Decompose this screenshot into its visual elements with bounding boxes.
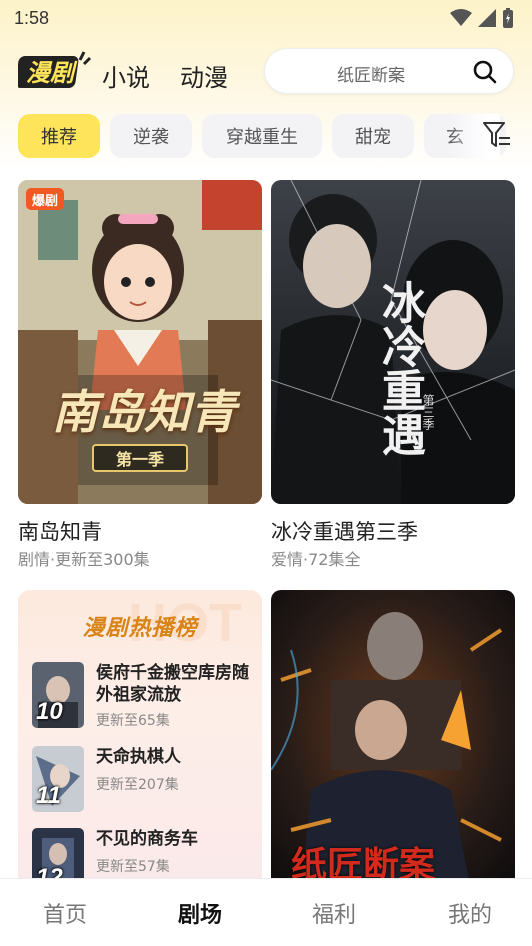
chip-sweet[interactable]: 甜宠 [332,114,414,158]
ranking-episodes: 更新至207集 [96,777,179,793]
top-header: 漫剧 小说 动漫 纸匠断案 [0,44,532,100]
hot-ranking-panel[interactable]: HOT 漫剧热播榜 10 侯府千金搬空库房随外祖家流放 更新至65集 11 天命… [18,590,262,890]
drama-card-paper-craftsman[interactable]: 纸匠断案 [271,590,515,890]
status-icons [450,8,514,28]
search-bar[interactable]: 纸匠断案 [264,48,514,94]
cover-season: 第三季 [421,394,435,430]
nav-welfare[interactable]: 福利 [284,897,384,929]
card-cover: 冰冷重遇 第三季 [271,180,515,504]
cover-title: 冰冷重遇 [374,280,425,456]
ranking-item[interactable]: 11 天命执棋人 更新至207集 [32,746,254,816]
nav-theater[interactable]: 剧场 [150,897,250,929]
bottom-navigation: 首页 剧场 福利 我的 [0,878,532,946]
hot-badge: 爆剧 [26,188,64,210]
tab-novel[interactable]: 小说 [102,58,150,93]
ranking-episodes: 更新至57集 [96,859,170,875]
card-cover: 爆剧 南岛知青 第一季 [18,180,262,504]
wifi-icon [450,9,472,26]
chip-comeback[interactable]: 逆袭 [110,114,192,158]
filter-icon[interactable] [482,120,512,150]
status-time: 1:58 [14,7,50,28]
chip-time-travel[interactable]: 穿越重生 [202,114,322,158]
search-placeholder: 纸匠断案 [337,66,405,86]
logo-text: 漫剧 [26,59,78,87]
card-title: 南岛知青 [18,520,102,544]
chip-recommend[interactable]: 推荐 [18,114,100,158]
ranking-name: 不见的商务车 [96,829,198,849]
ranking-thumb: 11 [32,746,84,812]
battery-icon [503,8,513,28]
drama-card-south-island[interactable]: 爆剧 南岛知青 第一季 南岛知青 剧情·更新至300集 [18,180,262,570]
cover-season: 第一季 [92,444,188,472]
cover-title: 南岛知青 [52,385,236,439]
nav-mine[interactable]: 我的 [420,897,520,929]
card-title: 冰冷重遇第三季 [271,520,418,544]
drama-card-cold-reunion[interactable]: 冰冷重遇 第三季 冰冷重遇第三季 爱情·72集全 [271,180,515,570]
card-subtitle: 爱情·72集全 [271,550,361,569]
status-bar: 1:58 [0,0,532,36]
ranking-name: 侯府千金搬空库房随外祖家流放 [96,663,249,705]
ranking-thumb: 10 [32,662,84,728]
ranking-title: 漫剧热播榜 [82,616,198,641]
nav-home[interactable]: 首页 [15,897,115,929]
signal-icon [478,9,496,27]
tab-anime[interactable]: 动漫 [180,58,228,93]
app-logo[interactable]: 漫剧 [15,50,92,90]
ranking-episodes: 更新至65集 [96,713,170,729]
card-cover: 纸匠断案 [271,590,515,890]
card-subtitle: 剧情·更新至300集 [18,550,150,569]
ranking-number: 11 [36,782,61,809]
search-icon[interactable] [473,60,497,84]
ranking-number: 10 [36,698,63,725]
category-chips: 推荐 逆袭 穿越重生 甜宠 玄 [18,114,532,158]
ranking-name: 天命执棋人 [96,747,181,767]
ranking-item[interactable]: 10 侯府千金搬空库房随外祖家流放 更新至65集 [32,662,254,732]
